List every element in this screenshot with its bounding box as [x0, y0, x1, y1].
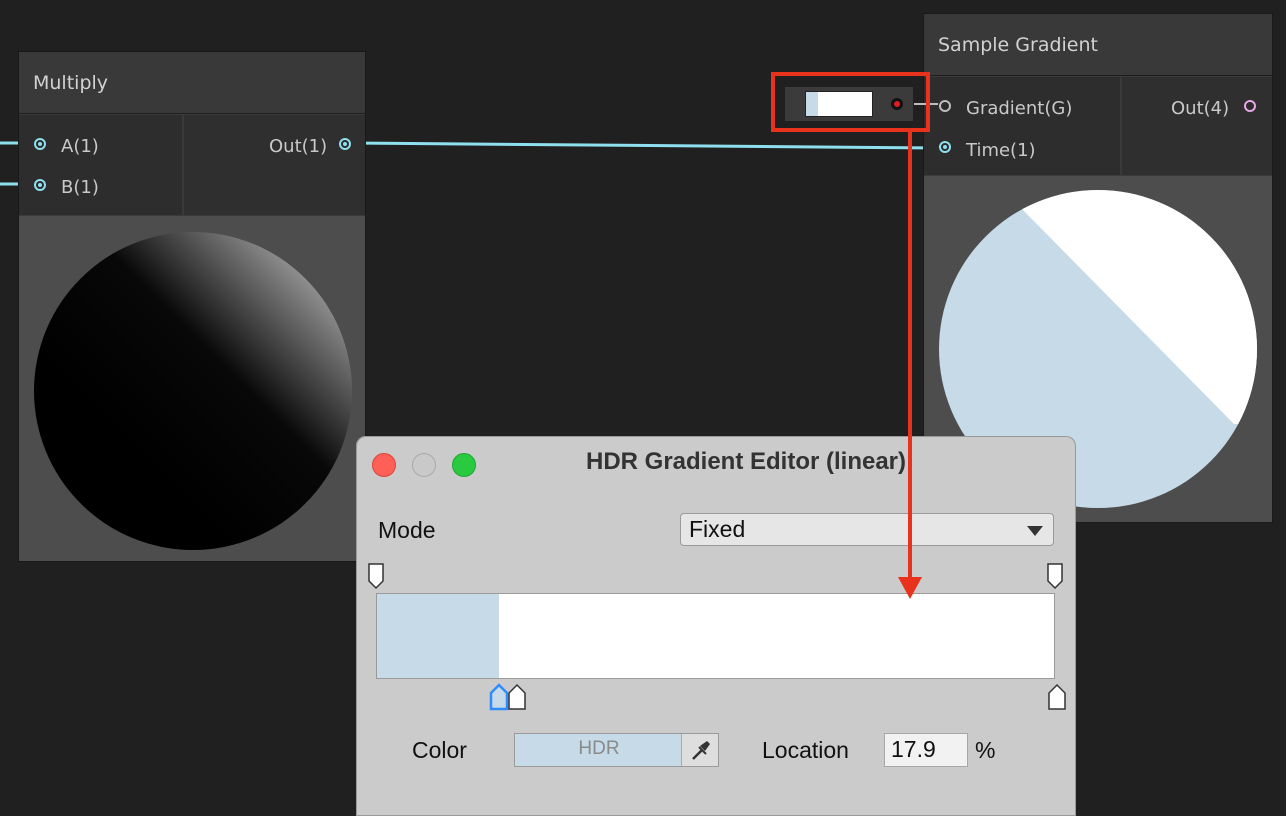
port-out-label: Out(1) [269, 136, 328, 157]
eyedropper-icon[interactable] [681, 734, 718, 766]
gradient-bar-first-segment [377, 594, 499, 678]
port-time-label: Time(1) [966, 140, 1036, 161]
alpha-key-left[interactable] [368, 563, 385, 590]
mode-dropdown[interactable]: Fixed [680, 513, 1054, 546]
chevron-down-icon [1027, 526, 1043, 536]
preview-sphere [34, 232, 352, 550]
color-key-second[interactable] [507, 683, 527, 711]
annotation-arrow-line [908, 132, 912, 578]
annotation-arrow-head [898, 577, 922, 599]
port-out4-label: Out(4) [1171, 98, 1230, 119]
color-label: Color [412, 737, 467, 763]
multiply-input-ports [19, 115, 182, 215]
mode-dropdown-value: Fixed [689, 516, 746, 542]
sample-output-ports [1122, 77, 1272, 175]
gradient-bar[interactable] [376, 593, 1055, 679]
location-input[interactable]: 17.9 [884, 733, 968, 767]
multiply-node-title: Multiply [19, 52, 365, 114]
multiply-output-ports [184, 115, 365, 215]
port-gradient-label: Gradient(G) [966, 98, 1073, 119]
sample-gradient-title: Sample Gradient [924, 14, 1272, 76]
location-label: Location [762, 737, 849, 763]
port-out4-dot[interactable] [1244, 100, 1256, 112]
location-value: 17.9 [891, 736, 936, 762]
port-gradient-dot[interactable] [939, 100, 951, 112]
port-time-dot[interactable] [939, 141, 951, 153]
multiply-node[interactable]: Multiply A(1) B(1) Out(1) [18, 51, 366, 562]
location-unit: % [975, 737, 996, 763]
port-a-label: A(1) [61, 136, 99, 157]
port-b-label: B(1) [61, 177, 99, 198]
editor-title: HDR Gradient Editor (linear) [585, 448, 907, 475]
port-out-dot[interactable] [339, 138, 351, 150]
gradient-editor-window[interactable]: HDR Gradient Editor (linear) Mode Fixed … [356, 436, 1076, 816]
color-hdr-text: HDR [578, 738, 620, 759]
multiply-preview [19, 216, 365, 561]
port-a-dot[interactable] [34, 138, 46, 150]
color-key-right[interactable] [1047, 683, 1067, 711]
mode-label: Mode [378, 517, 436, 543]
highlight-box [771, 72, 930, 132]
alpha-key-right[interactable] [1047, 563, 1064, 590]
color-key-selected[interactable] [489, 683, 509, 711]
color-field[interactable]: HDR [514, 733, 719, 767]
port-b-dot[interactable] [34, 179, 46, 191]
